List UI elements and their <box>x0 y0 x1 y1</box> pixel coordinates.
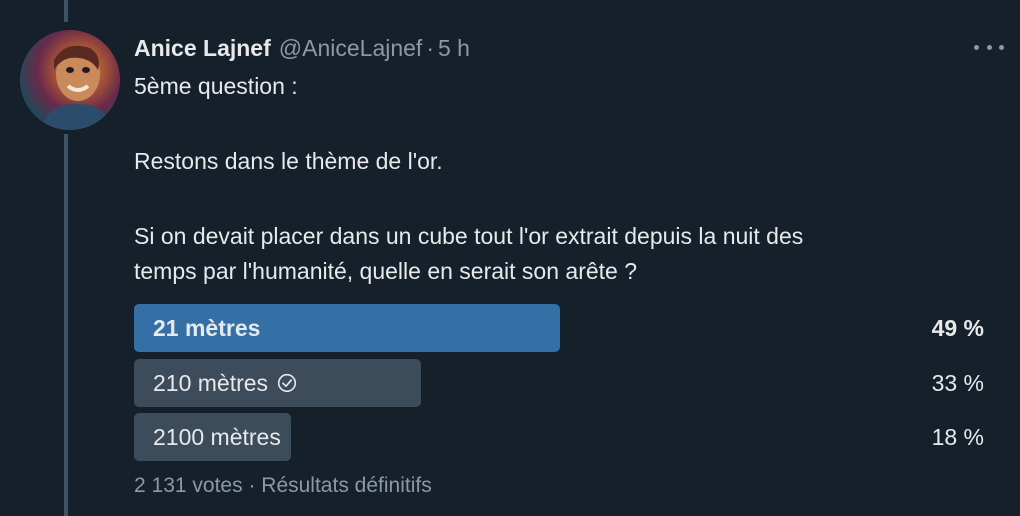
tweet-text-line-4: temps par l'humanité, quelle en serait s… <box>134 258 638 284</box>
poll-option-percent: 33 % <box>931 369 984 396</box>
author-handle[interactable]: @AniceLajnef <box>279 35 423 62</box>
author-name[interactable]: Anice Lajnef <box>134 35 271 62</box>
footer-separator: · <box>248 474 256 497</box>
tweet-text-line-1: 5ème question : <box>134 73 298 99</box>
poll-option-3: 2100 mètres 18 % <box>134 413 984 461</box>
poll-footer: 2 131 votes · Résultats définitifs <box>134 474 432 498</box>
tweet-header: Anice Lajnef @AniceLajnef · 5 h <box>134 32 470 64</box>
avatar[interactable] <box>20 30 120 130</box>
check-circle-icon <box>277 373 297 393</box>
tweet-timestamp[interactable]: 5 h <box>438 35 470 62</box>
poll-option-percent: 49 % <box>931 314 984 341</box>
poll-option-label: 2100 mètres <box>153 423 281 450</box>
poll-option-label: 21 mètres <box>153 314 261 341</box>
header-separator: · <box>426 34 434 61</box>
tweet-text-line-2: Restons dans le thème de l'or. <box>134 148 443 174</box>
poll-option-percent: 18 % <box>931 423 984 450</box>
poll-option-2: 210 mètres 33 % <box>134 359 984 407</box>
tweet-text-line-3: Si on devait placer dans un cube tout l'… <box>134 223 804 249</box>
more-options-icon[interactable] <box>974 36 1004 58</box>
thread-connector-top <box>64 0 68 22</box>
vote-count: 2 131 votes <box>134 474 243 497</box>
poll-option-label: 210 mètres <box>153 359 297 407</box>
poll-status: Résultats définitifs <box>261 474 432 497</box>
thread-connector <box>64 134 68 516</box>
poll-option-1: 21 mètres 49 % <box>134 304 984 352</box>
